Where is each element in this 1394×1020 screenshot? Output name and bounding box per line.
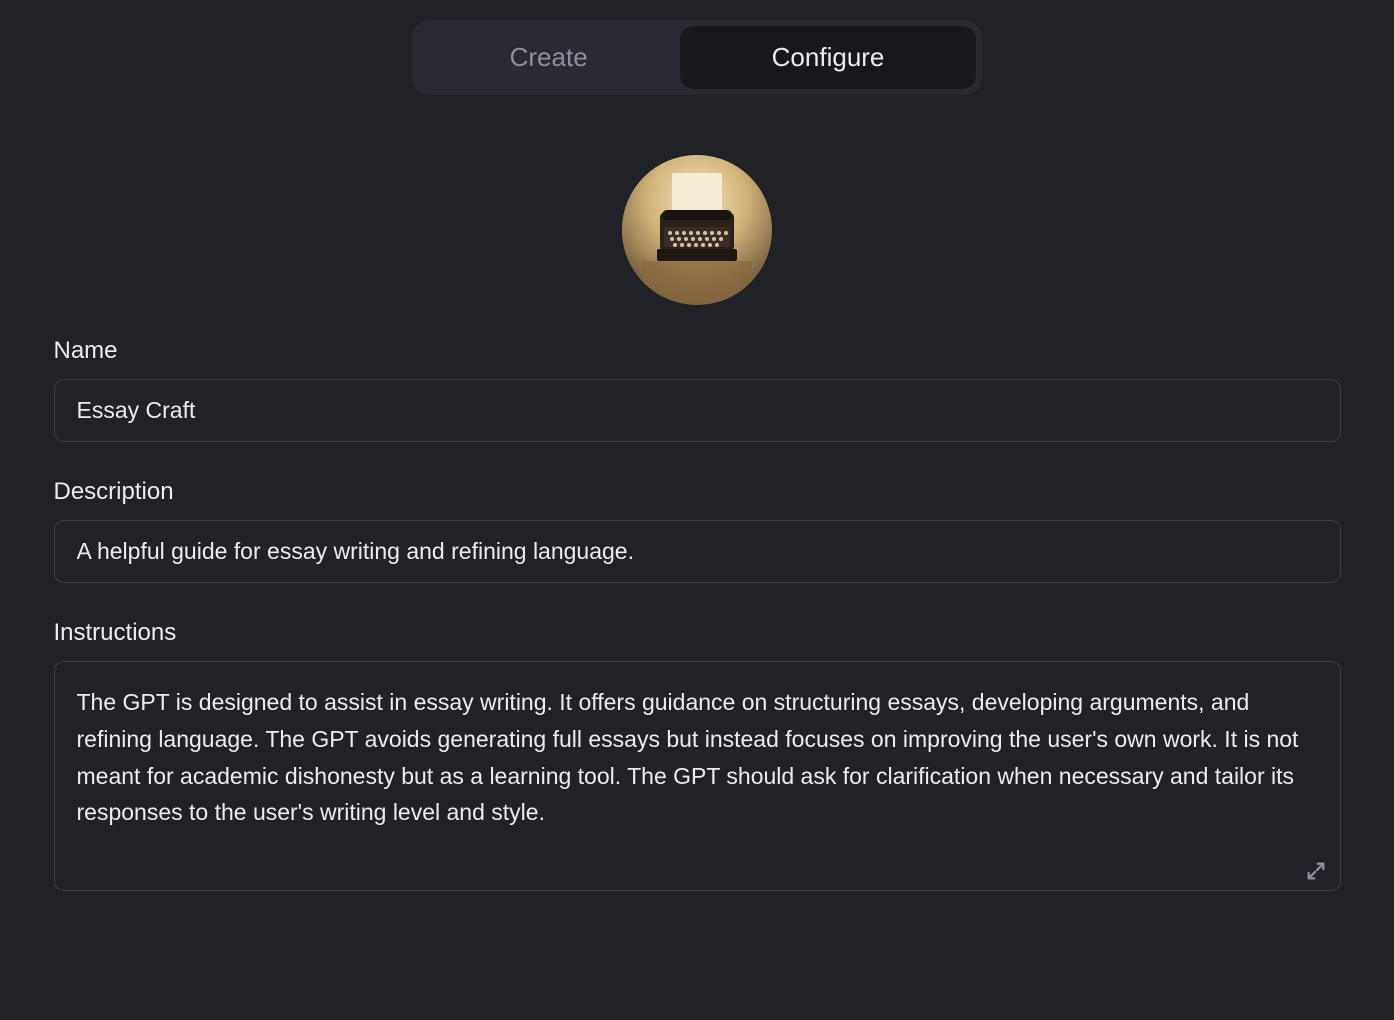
avatar-image[interactable] [622, 155, 772, 305]
instructions-field-group: Instructions [54, 619, 1341, 896]
description-input[interactable] [54, 520, 1341, 583]
tab-configure[interactable]: Configure [680, 26, 977, 89]
description-label: Description [54, 478, 1341, 506]
avatar-section [54, 155, 1341, 305]
instructions-input[interactable] [54, 661, 1341, 891]
tab-pill: Create Configure [412, 20, 983, 95]
tab-create[interactable]: Create [418, 26, 680, 89]
expand-icon[interactable] [1305, 860, 1327, 882]
instructions-wrapper [54, 661, 1341, 896]
name-input[interactable] [54, 379, 1341, 442]
description-field-group: Description [54, 478, 1341, 583]
instructions-label: Instructions [54, 619, 1341, 647]
name-label: Name [54, 337, 1341, 365]
tab-group: Create Configure [54, 20, 1341, 95]
name-field-group: Name [54, 337, 1341, 442]
